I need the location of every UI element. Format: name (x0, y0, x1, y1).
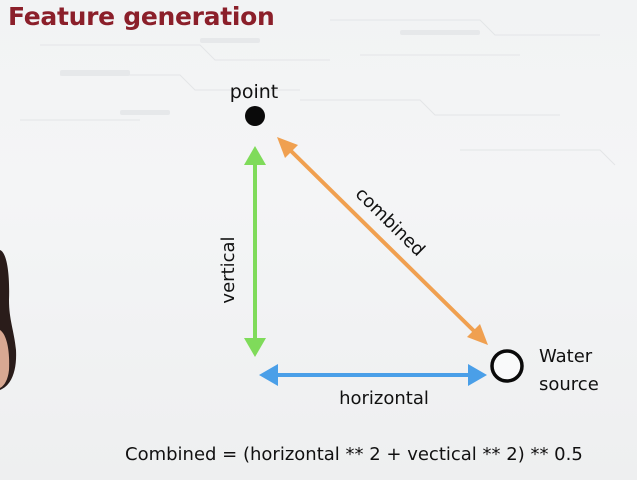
vertical-label: vertical (218, 236, 239, 303)
water-label-line2: source (539, 374, 599, 395)
water-source-marker (490, 349, 524, 383)
formula-text: Combined = (horizontal ** 2 + vectical *… (125, 444, 583, 465)
water-label-line1: Water (539, 346, 593, 367)
point-label: point (230, 81, 278, 103)
point-marker (245, 106, 265, 126)
combined-arrow (277, 137, 488, 345)
horizontal-arrow (259, 364, 487, 386)
slide: Feature generation point Water source ve… (0, 0, 637, 480)
vertical-arrow (244, 146, 266, 357)
horizontal-label: horizontal (339, 388, 429, 409)
distance-diagram: point Water source vertical horizontal c… (218, 81, 599, 409)
